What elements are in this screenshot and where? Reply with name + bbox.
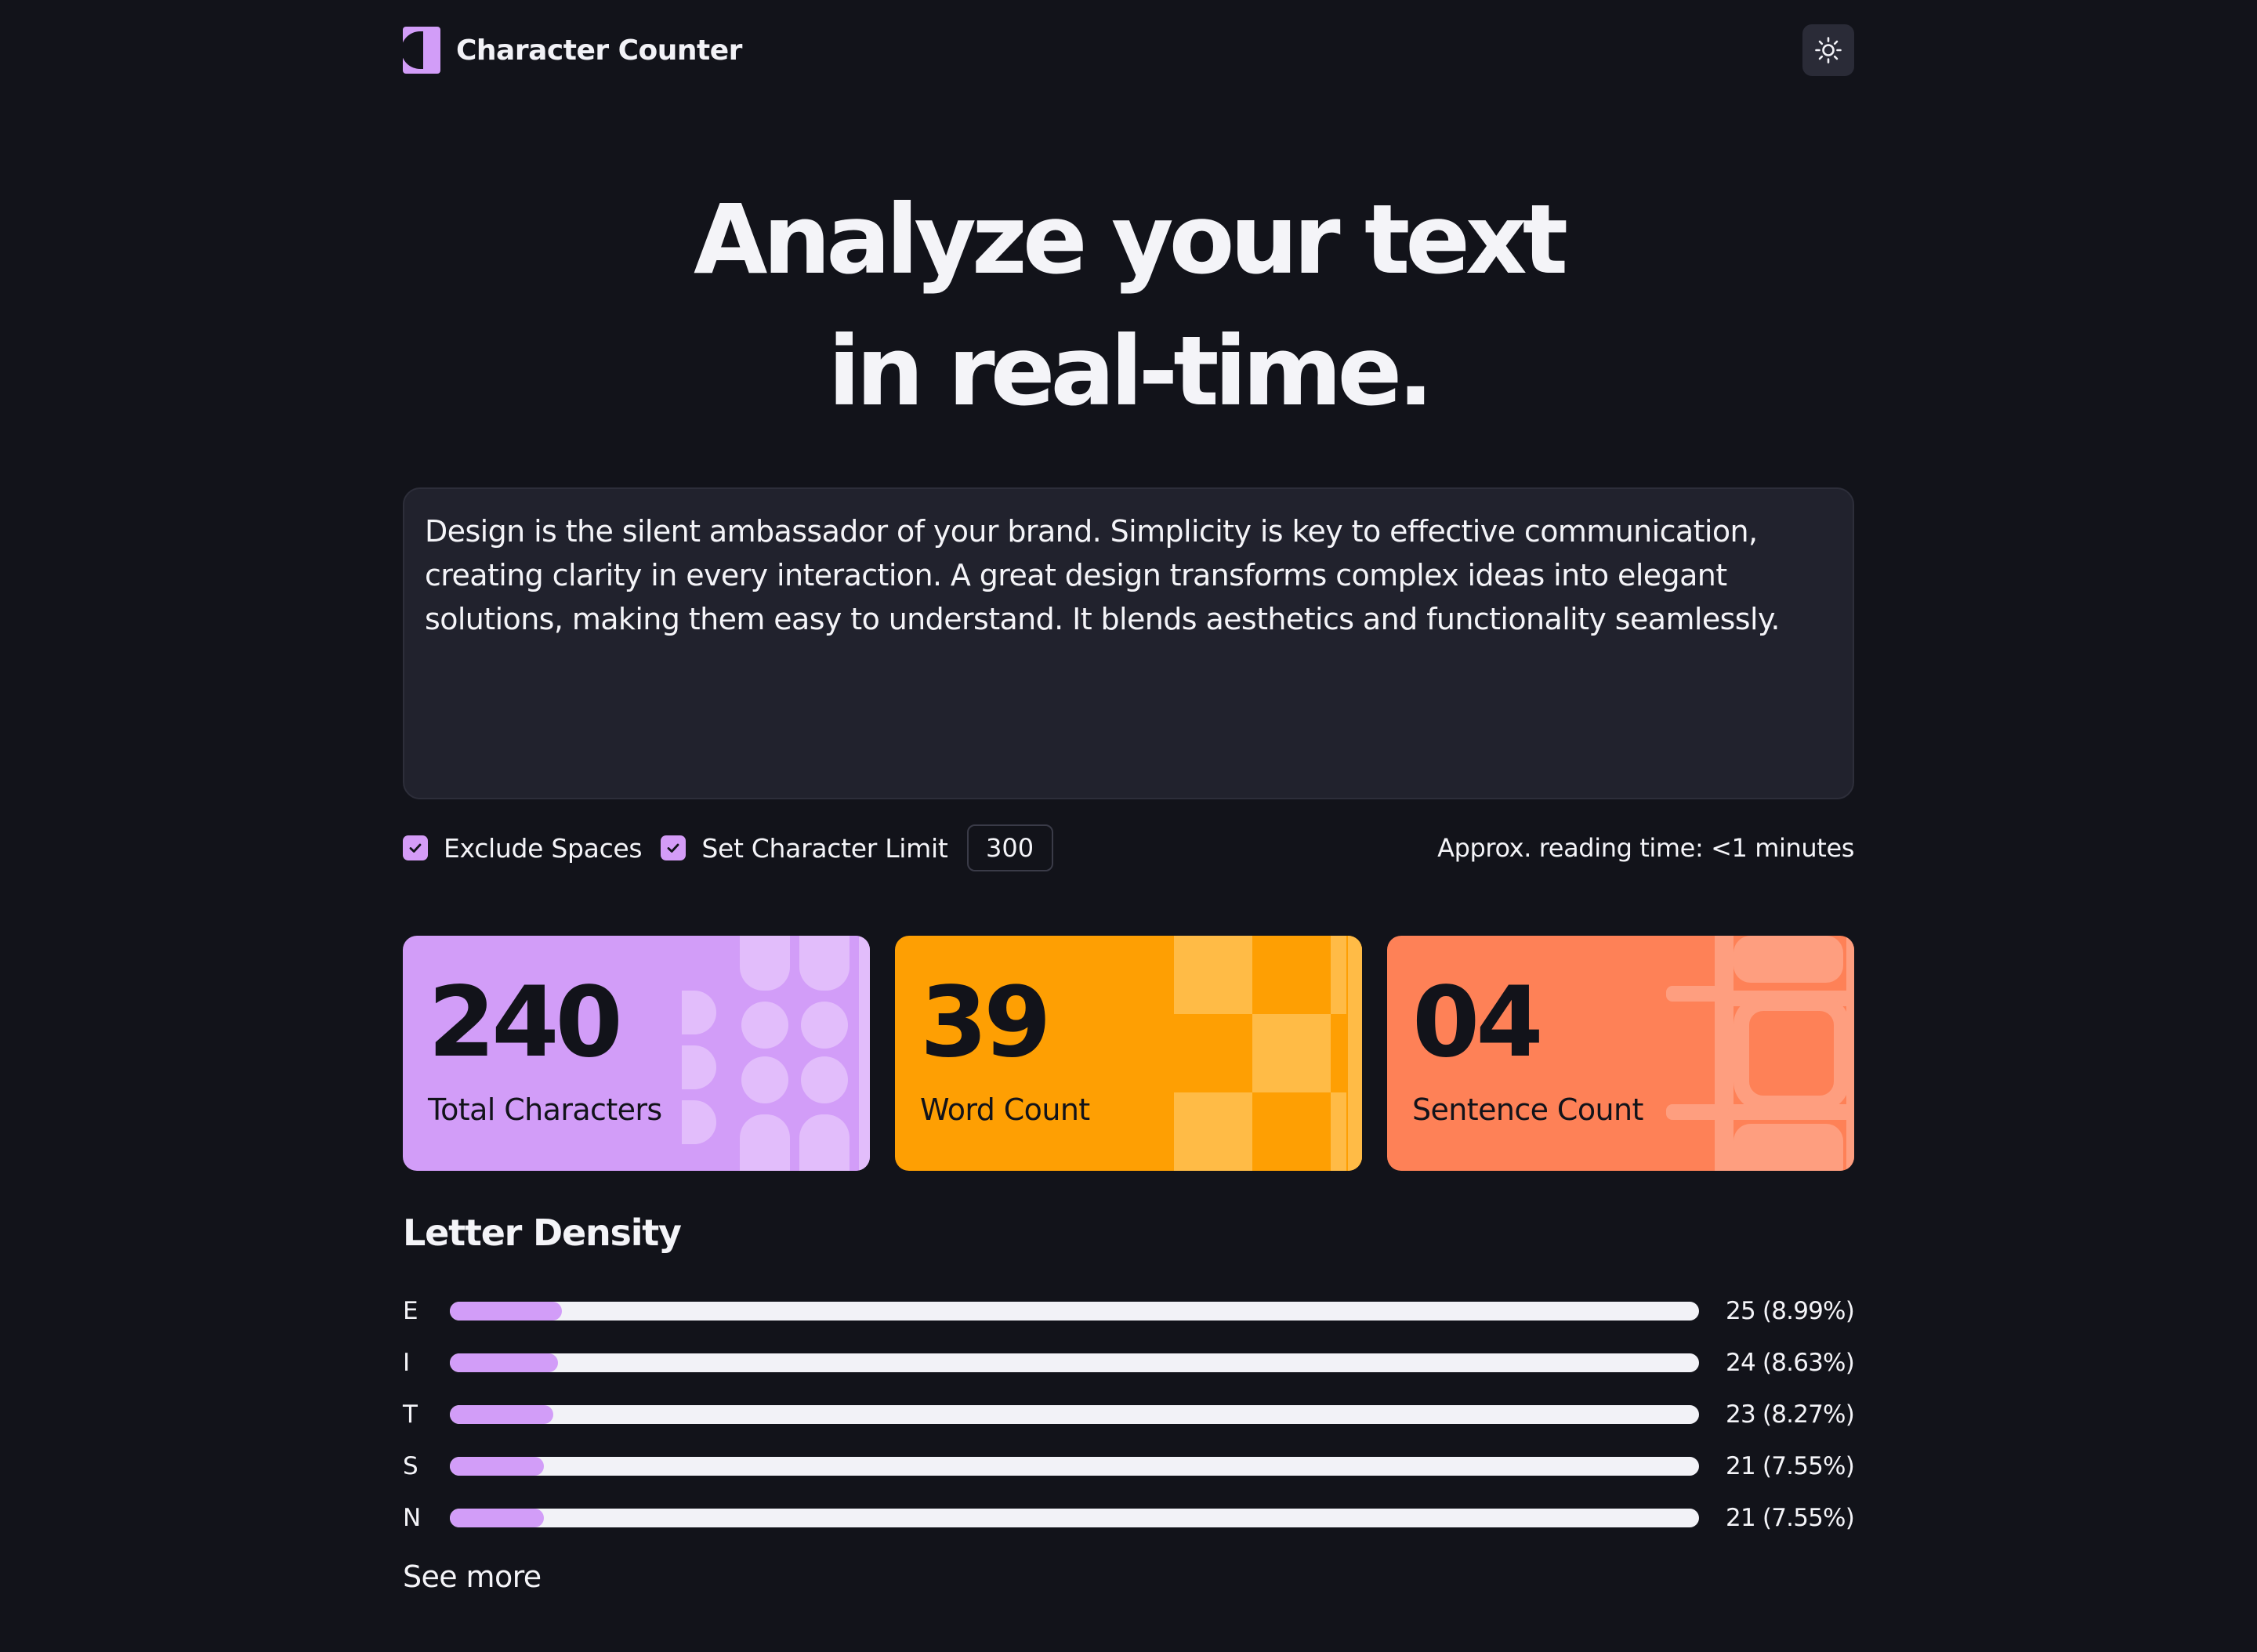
character-limit-input[interactable]: 300: [966, 824, 1053, 871]
density-row: N 21 (7.55%): [403, 1492, 1855, 1544]
page: Character Counter Analyze your text in r…: [0, 0, 2257, 1652]
word-count-card: 39 Word Count: [895, 936, 1362, 1171]
brand[interactable]: Character Counter: [403, 27, 742, 74]
hero-title: Analyze your text in real-time.: [403, 174, 1854, 437]
total-characters-value: 240: [428, 966, 623, 1079]
density-bar-fill: [450, 1457, 545, 1476]
letter-density-list: E 25 (8.99%) I 24 (8.63%) T 23 (8.27%) S…: [403, 1285, 1855, 1544]
density-bar-track: [450, 1353, 1699, 1372]
density-row: E 25 (8.99%): [403, 1285, 1855, 1337]
density-letter: T: [403, 1400, 418, 1429]
card-pattern: [1174, 936, 1362, 1171]
density-value: 25 (8.99%): [1726, 1297, 1855, 1325]
options-left: Exclude Spaces Set Character Limit 300: [403, 824, 1053, 871]
density-value: 21 (7.55%): [1726, 1452, 1855, 1480]
text-input-area[interactable]: Design is the silent ambassador of your …: [403, 487, 1854, 799]
character-counter-logo-icon: [403, 27, 440, 74]
reading-time: Approx. reading time: <1 minutes: [1437, 833, 1854, 863]
density-bar-fill: [450, 1509, 545, 1527]
app-name: Character Counter: [456, 34, 742, 67]
density-value: 24 (8.63%): [1726, 1349, 1855, 1377]
hero-line-1: Analyze your text: [693, 184, 1568, 295]
density-letter: S: [403, 1452, 418, 1480]
density-letter: N: [403, 1504, 422, 1532]
letter-density-title: Letter Density: [403, 1212, 682, 1254]
density-bar-fill: [450, 1302, 563, 1321]
sentence-count-card: 04 Sentence Count: [1387, 936, 1854, 1171]
exclude-spaces-label: Exclude Spaces: [444, 832, 643, 864]
density-row: T 23 (8.27%): [403, 1389, 1855, 1440]
word-count-label: Word Count: [920, 1092, 1090, 1127]
character-limit-label: Set Character Limit: [701, 832, 948, 864]
density-letter: E: [403, 1297, 418, 1325]
sun-icon: [1815, 37, 1842, 63]
density-row: S 21 (7.55%): [403, 1440, 1855, 1492]
character-limit-checkbox[interactable]: [661, 835, 687, 860]
density-bar-track: [450, 1302, 1699, 1321]
see-more-link[interactable]: See more: [403, 1560, 542, 1594]
card-pattern: [682, 936, 870, 1171]
density-bar-track: [450, 1405, 1699, 1424]
stat-cards: 240 Total Characters 39 Word Count 04 Se…: [403, 936, 1854, 1171]
card-pattern: [1666, 936, 1854, 1171]
theme-toggle-button[interactable]: [1802, 24, 1854, 76]
header: Character Counter: [403, 24, 1854, 77]
sentence-count-label: Sentence Count: [1412, 1092, 1643, 1127]
character-limit-option[interactable]: Set Character Limit: [661, 832, 948, 864]
density-value: 23 (8.27%): [1726, 1400, 1855, 1429]
density-value: 21 (7.55%): [1726, 1504, 1855, 1532]
density-bar-track: [450, 1457, 1699, 1476]
density-row: I 24 (8.63%): [403, 1337, 1855, 1389]
total-characters-label: Total Characters: [428, 1092, 662, 1127]
density-bar-fill: [450, 1405, 553, 1424]
density-bar-track: [450, 1509, 1699, 1527]
word-count-value: 39: [920, 966, 1052, 1079]
sentence-count-value: 04: [1412, 966, 1544, 1079]
total-characters-card: 240 Total Characters: [403, 936, 870, 1171]
density-bar-fill: [450, 1353, 558, 1372]
check-icon: [409, 843, 422, 853]
options-row: Exclude Spaces Set Character Limit 300 A…: [403, 824, 1854, 871]
density-letter: I: [403, 1349, 411, 1377]
exclude-spaces-option[interactable]: Exclude Spaces: [403, 832, 643, 864]
exclude-spaces-checkbox[interactable]: [403, 835, 428, 860]
hero-line-2: in real-time.: [828, 316, 1433, 427]
check-icon: [667, 843, 679, 853]
